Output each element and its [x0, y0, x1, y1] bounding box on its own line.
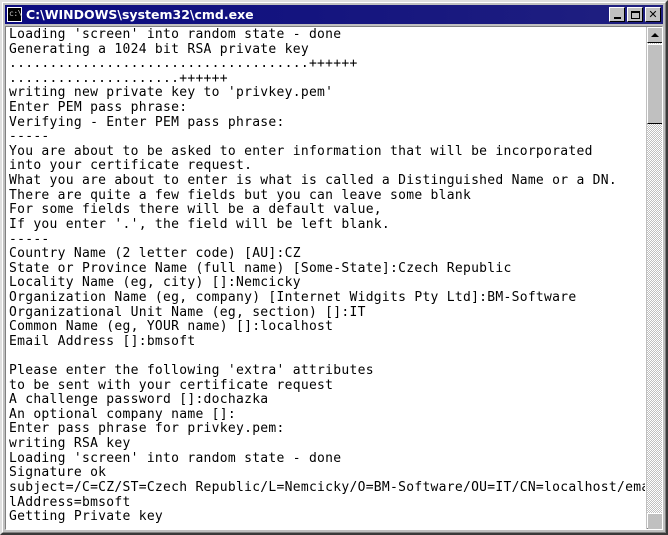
console-line: If you enter '.', the field will be left… [9, 216, 391, 232]
console-line: An optional company name []: [9, 406, 236, 422]
console-line: Getting Private key [9, 509, 164, 525]
console-client-area: Loading 'screen' into random state - don… [5, 26, 663, 530]
console-line: subject=/C=CZ/ST=Czech Republic/L=Nemcic… [9, 479, 645, 495]
console-icon [7, 7, 22, 22]
console-line: Loading 'screen' into random state - don… [9, 27, 342, 42]
console-line: .....................................+++… [9, 56, 358, 72]
scroll-up-button[interactable] [647, 27, 662, 43]
console-line: Common Name (eg, YOUR name) []:localhost [9, 319, 334, 335]
console-line: What you are about to enter is what is c… [9, 173, 617, 189]
console-line: ----- [9, 129, 50, 145]
console-line: to be sent with your certificate request [9, 377, 334, 393]
console-line: writing RSA key [9, 436, 131, 452]
close-icon: ✕ [648, 8, 658, 21]
console-line: lAddress=bmsoft [9, 494, 131, 510]
console-line: Please enter the following 'extra' attri… [9, 363, 374, 379]
close-button[interactable]: ✕ [645, 7, 661, 22]
console-line: For some fields there will be a default … [9, 202, 382, 218]
minimize-button[interactable] [609, 7, 625, 22]
console-line: Email Address []:bmsoft [9, 333, 196, 349]
console-text-area[interactable]: Loading 'screen' into random state - don… [7, 27, 645, 529]
console-line: into your certificate request. [9, 158, 253, 174]
window-controls: ✕ [609, 7, 661, 22]
console-line: You are about to be asked to enter infor… [9, 143, 593, 159]
console-output: Loading 'screen' into random state - don… [9, 27, 645, 529]
console-line: Signature ok [9, 465, 107, 481]
console-line: There are quite a few fields but you can… [9, 187, 472, 203]
console-line: Enter PEM pass phrase: [9, 100, 188, 116]
console-line: Verifying - Enter PEM pass phrase: [9, 114, 285, 130]
scrollbar-thumb[interactable] [647, 44, 662, 124]
console-line: Generating a 1024 bit RSA private key [9, 41, 309, 57]
console-line: Organizational Unit Name (eg, section) [… [9, 304, 366, 320]
window-inner-frame: C:\WINDOWS\system32\cmd.exe ✕ Loading 's… [2, 2, 666, 533]
console-line: ----- [9, 231, 50, 247]
console-line: A challenge password []:dochazka [9, 392, 269, 408]
console-line: .....................++++++ [9, 70, 228, 86]
console-line: Enter pass phrase for privkey.pem: [9, 421, 285, 437]
console-line: Country Name (2 letter code) [AU]:CZ [9, 246, 301, 262]
window-title: C:\WINDOWS\system32\cmd.exe [26, 7, 254, 22]
maximize-button[interactable] [627, 7, 643, 22]
chevron-up-icon [651, 33, 659, 37]
console-line: Loading 'screen' into random state - don… [9, 450, 342, 466]
console-line: Organization Name (eg, company) [Interne… [9, 289, 577, 305]
vertical-scrollbar[interactable] [646, 27, 662, 529]
cmd-window: C:\WINDOWS\system32\cmd.exe ✕ Loading 's… [0, 0, 668, 535]
titlebar[interactable]: C:\WINDOWS\system32\cmd.exe ✕ [5, 5, 663, 24]
console-line: State or Province Name (full name) [Some… [9, 260, 512, 276]
console-line: Locality Name (eg, city) []:Nemcicky [9, 275, 301, 291]
console-line: writing new private key to 'privkey.pem' [9, 85, 334, 101]
resize-grip[interactable] [648, 515, 662, 529]
